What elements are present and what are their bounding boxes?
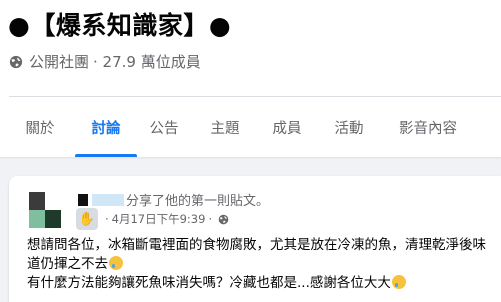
post-timestamp[interactable]: 4月17日下午9:39 — [112, 211, 206, 227]
post-text-line: 有什麼方法能夠讓死魚味消失嗎？冷藏也都是...感謝各位大大 — [27, 274, 499, 293]
author-action: 分享了他的第一則貼文。 — [126, 194, 270, 209]
globe-icon — [218, 214, 229, 224]
group-title[interactable]: ●【爆系知識家】● — [8, 6, 231, 42]
post-body: 想請問各位，冰箱斷電裡面的食物腐敗，尤其是放在冷凍的魚，清理乾淨後味道仍揮之不去… — [27, 236, 499, 293]
tab-videos[interactable]: 影音內容 — [388, 97, 468, 157]
group-meta: 公開社團 · 27.9 萬位成員 — [9, 51, 201, 72]
crying-face-icon — [109, 256, 123, 270]
post-meta: ✋ · 4月17日下午9:39 · — [76, 208, 229, 230]
group-header: ●【爆系知識家】● 公開社團 · 27.9 萬位成員 關於 討論 公告 主題 成… — [0, 0, 501, 157]
group-privacy: 公開社團 — [29, 53, 90, 71]
tab-discussion[interactable]: 討論 — [75, 97, 137, 157]
tab-members[interactable]: 成員 — [259, 97, 315, 157]
group-member-count: · 27.9 萬位成員 — [93, 53, 201, 71]
post-card: 分享了他的第一則貼文。 ✋ · 4月17日下午9:39 · 想請問各位，冰箱斷電… — [9, 176, 501, 302]
tab-events[interactable]: 活動 — [321, 97, 377, 157]
post-author-line: 分享了他的第一則貼文。 — [78, 190, 269, 209]
active-tab-indicator — [75, 154, 137, 157]
tab-about[interactable]: 關於 — [14, 97, 66, 157]
author-name-redacted[interactable] — [78, 193, 124, 206]
tab-announcements[interactable]: 公告 — [136, 97, 192, 157]
tab-topics[interactable]: 主題 — [197, 97, 253, 157]
sad-face-icon — [391, 275, 406, 289]
group-tabs: 關於 討論 公告 主題 成員 活動 影音內容 — [0, 97, 501, 157]
group-page: ●【爆系知識家】● 公開社團 · 27.9 萬位成員 關於 討論 公告 主題 成… — [0, 0, 501, 302]
waving-hand-icon[interactable]: ✋ — [76, 208, 98, 230]
globe-icon — [9, 55, 23, 68]
avatar[interactable] — [29, 192, 61, 228]
post-text-line: 想請問各位，冰箱斷電裡面的食物腐敗，尤其是放在冷凍的魚，清理乾淨後味道仍揮之不去 — [27, 237, 486, 272]
